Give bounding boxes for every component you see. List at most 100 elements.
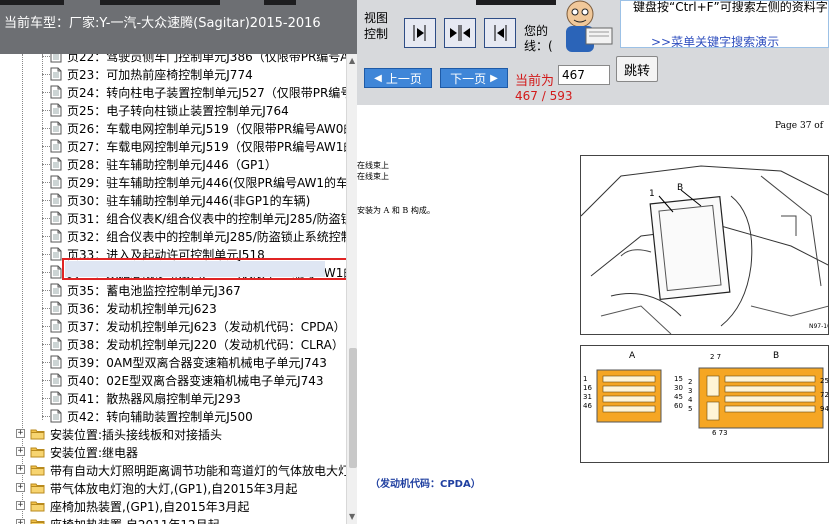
tree-page-item[interactable]: 页31：组合仪表K/组合仪表中的控制单元J285/防盗锁 — [0, 209, 346, 227]
document-icon — [50, 193, 62, 207]
tree-page-label: 页25：电子转向柱锁止装置控制单元J764 — [67, 104, 289, 118]
tree-page-item[interactable]: 页28：驻车辅助控制单元J446（GP1） — [0, 155, 346, 173]
tree-folder-item[interactable]: + 带有自动大灯照明距离调节功能和弯道灯的气体放电大灯 — [0, 461, 346, 479]
tree-folder-item[interactable]: + 带气体放电灯泡的大灯,(GP1),自2015年3月起 — [0, 479, 346, 497]
top-stub — [264, 0, 296, 5]
tree-folder-item[interactable]: + 安装位置:继电器 — [0, 443, 346, 461]
document-icon — [50, 319, 62, 333]
document-icon — [50, 175, 62, 189]
doc-text-line: 在线束上 — [357, 172, 389, 181]
tree-page-item[interactable]: 页40：02E型双离合器变速箱机械电子单元J743 — [0, 371, 346, 389]
tree-page-item[interactable]: 页37：发动机控制单元J623（发动机代码：CPDA） — [0, 317, 346, 335]
tree-connector — [42, 164, 50, 165]
document-icon — [50, 67, 62, 81]
pin-label: 31 — [583, 393, 592, 401]
document-icon — [50, 211, 62, 225]
search-demo-link[interactable]: >>菜单关键字搜索演示 — [651, 33, 779, 47]
tree-folder-label: 座椅加热装置,(GP1),自2015年3月起 — [50, 500, 250, 514]
tree-connector — [42, 200, 50, 201]
single-pane-button[interactable] — [404, 18, 436, 48]
jump-button[interactable]: 跳转 — [616, 56, 658, 82]
tree-connector — [42, 92, 50, 93]
pane-left-icon — [494, 25, 507, 41]
expand-plus-icon[interactable]: + — [16, 501, 25, 510]
tree-folder-label: 座椅加热装置,自2011年12月起 — [50, 516, 220, 524]
tree-connector — [42, 182, 50, 183]
engine-bay-figure: 1 B N97-10533 — [580, 155, 829, 335]
tree-connector — [42, 362, 50, 363]
pin-label: 60 — [674, 402, 683, 410]
figure-caption: （发动机代码：CPDA） — [370, 479, 481, 490]
connector-a-label: A — [629, 351, 636, 361]
top-bar: 当前车型：厂家:Y-一汽-大众速腾(Sagitar)2015-2016 视图控制 — [0, 0, 829, 54]
next-page-button[interactable]: 下一页 ▶ — [440, 68, 508, 88]
help-box: 键盘按“Ctrl+F”可搜索左侧的资料字! >>菜单关键字搜索演示 — [620, 0, 829, 48]
prev-page-label: 上一页 — [385, 71, 422, 86]
expand-plus-icon[interactable]: + — [16, 447, 25, 456]
expand-plus-icon[interactable]: + — [16, 519, 25, 524]
tree-page-label: 页32：组合仪表中的控制单元J285/防盗锁止系统控制 — [67, 230, 346, 244]
pin-label: 4 — [688, 396, 693, 404]
tree-page-label: 页40：02E型双离合器变速箱机械电子单元J743 — [67, 374, 324, 388]
tree-page-item[interactable]: 页32：组合仪表中的控制单元J285/防盗锁止系统控制 — [0, 227, 346, 245]
document-icon — [50, 54, 62, 63]
tree-folder-item[interactable]: + 安装位置:插头接线板和对接插头 — [0, 425, 346, 443]
pane-right-icon — [413, 25, 426, 41]
folder-icon — [30, 519, 45, 524]
tree-page-label: 页29：驻车辅助控制单元J446(仅限PR编号AW1的车 — [67, 176, 346, 190]
tree-page-item[interactable]: 页29：驻车辅助控制单元J446(仅限PR编号AW1的车 — [0, 173, 346, 191]
document-icon — [50, 103, 62, 117]
tree-page-label: 页37：发动机控制单元J623（发动机代码：CPDA） — [67, 320, 346, 334]
tree-page-label: 页30：驻车辅助控制单元J446(非GP1的车辆) — [67, 194, 311, 208]
tree-connector — [42, 416, 50, 417]
tree-page-item[interactable]: 页26：车载电网控制单元J519（仅限带PR编号AW0的 — [0, 119, 346, 137]
split-pane-button[interactable] — [444, 18, 476, 48]
tree-page-item[interactable]: 页38：发动机控制单元J220（发动机代码：CLRA） — [0, 335, 346, 353]
tree-connector — [42, 110, 50, 111]
tree-page-item[interactable]: 页23：可加热前座椅控制单元J774 — [0, 65, 346, 83]
tree-page-label: 页36：发动机控制单元J623 — [67, 302, 217, 316]
scroll-thumb[interactable] — [349, 348, 357, 468]
tree-page-item[interactable]: 页30：驻车辅助控制单元J446(非GP1的车辆) — [0, 191, 346, 209]
tree-page-label: 页35：蓄电池监控控制单元J367 — [67, 284, 241, 298]
tree-page-item[interactable]: 页22：驾驶员侧车门控制单元J386（仅限带PR编号A — [0, 54, 346, 65]
tree-page-item[interactable]: 页41：散热器风扇控制单元J293 — [0, 389, 346, 407]
tree-page-label: 页24：转向柱电子装置控制单元J527（仅限带PR编号 — [67, 86, 346, 100]
tree-page-item[interactable]: 页24：转向柱电子装置控制单元J527（仅限带PR编号 — [0, 83, 346, 101]
document-icon — [50, 337, 62, 351]
scroll-up-arrow-icon[interactable]: ▲ — [349, 56, 355, 65]
tree-page-item[interactable]: 页39：0AM型双离合器变速箱机械电子单元J743 — [0, 353, 346, 371]
tree-connector — [42, 74, 50, 75]
tree-connector — [42, 398, 50, 399]
document-icon — [50, 355, 62, 369]
tree-folder-item[interactable]: + 座椅加热装置,自2011年12月起 — [0, 515, 346, 524]
pin-label: 30 — [674, 384, 683, 392]
help-text: 键盘按“Ctrl+F”可搜索左侧的资料字! — [633, 0, 829, 14]
document-icon — [50, 301, 62, 315]
engine-bay-drawing: 1 B N97-10533 — [581, 165, 828, 334]
tree-page-item[interactable]: 页35：蓄电池监控控制单元J367 — [0, 281, 346, 299]
tree-connector — [42, 218, 50, 219]
scroll-down-arrow-icon[interactable]: ▼ — [349, 512, 355, 521]
expand-plus-icon[interactable]: + — [16, 465, 25, 474]
selected-row-frame — [62, 258, 350, 280]
tree-page-item[interactable]: 页25：电子转向柱锁止装置控制单元J764 — [0, 101, 346, 119]
folder-icon — [30, 483, 45, 494]
expand-plus-icon[interactable]: + — [16, 429, 25, 438]
expand-plus-icon[interactable]: + — [16, 483, 25, 492]
tree-page-label: 页22：驾驶员侧车门控制单元J386（仅限带PR编号A — [67, 54, 346, 64]
arrow-right-icon: ▶ — [490, 72, 498, 84]
vehicle-title-box: 当前车型：厂家:Y-一汽-大众速腾(Sagitar)2015-2016 — [0, 0, 357, 54]
tree-page-item[interactable]: 页27：车载电网控制单元J519（仅限带PR编号AW1的 — [0, 137, 346, 155]
tree-page-item[interactable]: 页36：发动机控制单元J623 — [0, 299, 346, 317]
pin-label: 2 — [688, 378, 693, 386]
connector-drawing: A B — [596, 351, 824, 429]
page-number-input[interactable] — [558, 65, 610, 85]
tree-page-item[interactable]: 页42：转向辅助装置控制单元J500 — [0, 407, 346, 425]
tree-folder-item[interactable]: + 座椅加热装置,(GP1),自2015年3月起 — [0, 497, 346, 515]
tree-folder-label: 带气体放电灯泡的大灯,(GP1),自2015年3月起 — [50, 482, 298, 496]
pane-left-button[interactable] — [484, 18, 516, 48]
pin-label: 6 73 — [712, 429, 728, 437]
prev-page-button[interactable]: ◀ 上一页 — [364, 68, 432, 88]
connector-figure: A B — [580, 345, 829, 463]
